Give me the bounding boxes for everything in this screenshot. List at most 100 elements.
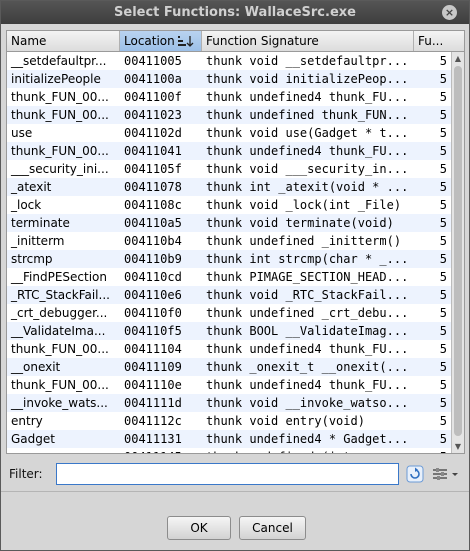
table-row[interactable]: thunk_FUN_00... 0041100f thunk undefined4 … xyxy=(7,88,451,106)
scrollbar-thumb[interactable] xyxy=(454,66,462,436)
table-row[interactable]: thunk_FUN_00... 00411041 thunk undefined4 … xyxy=(7,142,451,160)
location-cell: 004110e6 xyxy=(124,288,182,302)
column-header-name[interactable]: Name xyxy=(7,31,120,51)
window-title: Select Functions: WallaceSrc.exe xyxy=(114,5,356,20)
function-count-cell: 5 xyxy=(439,378,447,392)
function-signature-cell: thunk void __setdefaultpr... xyxy=(206,54,409,68)
function-name-cell: _RTC_StackFail... xyxy=(11,288,110,302)
function-name-cell: thunk_FUN_00... xyxy=(11,108,109,122)
location-cell: 004110f0 xyxy=(124,306,182,320)
function-signature-cell: thunk BOOL __ValidateImag... xyxy=(206,324,409,338)
location-cell: 0041100f xyxy=(124,90,182,104)
ok-button[interactable]: OK xyxy=(167,516,231,540)
table-row[interactable]: thunk_FUN_00... 0041110e thunk undefined4 … xyxy=(7,376,451,394)
sort-ascending-icon xyxy=(177,35,195,47)
function-count-cell: 5 xyxy=(439,162,447,176)
location-cell: 00411104 xyxy=(124,342,182,356)
function-count-cell: 5 xyxy=(439,90,447,104)
location-cell: 0041111d xyxy=(124,396,182,410)
ok-button-label: OK xyxy=(190,521,208,535)
table-row[interactable]: entry 0041112c thunk void entry(void) 5 xyxy=(7,412,451,430)
table-row[interactable]: __setdefaultpr... 00411005 thunk void __se… xyxy=(7,52,451,70)
function-count-cell: 5 xyxy=(439,306,447,320)
function-signature-cell: thunk _onexit_t __onexit(... xyxy=(206,360,409,374)
function-signature-cell: thunk undefined4 thunk_FU... xyxy=(206,144,409,158)
function-name-cell: __ValidateIma... xyxy=(11,324,106,338)
function-signature-cell: thunk undefined (int _... xyxy=(202,448,414,453)
table-row[interactable]: Gadget 00411131 thunk undefined4 * Gadget.… xyxy=(7,430,451,448)
close-icon[interactable]: × xyxy=(442,5,457,20)
location-cell: 0041108c xyxy=(124,198,182,212)
column-header-function-count[interactable]: Fu... xyxy=(414,31,464,51)
function-count-cell: 5 xyxy=(439,396,447,410)
function-signature-cell: thunk void _RTC_StackFail... xyxy=(206,288,409,302)
function-name-cell: __invoke_wats... xyxy=(11,396,108,410)
cancel-button[interactable]: Cancel xyxy=(239,516,306,540)
column-header-label: Name xyxy=(11,34,47,48)
function-count-cell: 5 xyxy=(439,414,447,428)
function-signature-cell: thunk undefined _crt_debu... xyxy=(206,306,409,320)
table-row[interactable]: _RTC_StackFail... 004110e6 thunk void _RTC… xyxy=(7,286,451,304)
function-count-cell: 5 xyxy=(439,108,447,122)
location-cell: 0041105f xyxy=(124,162,182,176)
function-name-cell: entry xyxy=(11,414,43,428)
scroll-down-arrow-icon[interactable]: ▼ xyxy=(452,440,464,453)
column-header-location[interactable]: Location xyxy=(120,31,202,51)
table-row[interactable]: terminate 004110a5 thunk void terminate(vo… xyxy=(7,214,451,232)
function-name-cell: _lock xyxy=(11,198,42,212)
table-row[interactable]: ...00411145thunk undefined (int _...5 xyxy=(7,448,451,453)
function-count-cell: 5 xyxy=(439,216,447,230)
function-count-cell: 5 xyxy=(439,288,447,302)
function-signature-cell: thunk void terminate(void) xyxy=(206,216,394,230)
function-name-cell: thunk_FUN_00... xyxy=(11,342,109,356)
location-cell: 00411041 xyxy=(124,144,182,158)
function-name-cell: terminate xyxy=(11,216,70,230)
table-row[interactable]: _lock 0041108c thunk void _lock(int _File)… xyxy=(7,196,451,214)
function-count-cell: 5 xyxy=(439,72,447,86)
table-row[interactable]: __ValidateIma... 004110f5 thunk BOOL __Val… xyxy=(7,322,451,340)
table-row[interactable]: thunk_FUN_00... 00411104 thunk undefined4 … xyxy=(7,340,451,358)
table-row[interactable]: use 0041102d thunk void use(Gadget * t... 5 xyxy=(7,124,451,142)
table-row[interactable]: _initterm 004110b4 thunk undefined _initte… xyxy=(7,232,451,250)
table-row[interactable]: strcmp 004110b9 thunk int strcmp(char * _.… xyxy=(7,250,451,268)
function-signature-cell: thunk undefined4 thunk_FU... xyxy=(206,90,409,104)
column-header-label: Fu... xyxy=(418,34,444,48)
table-row[interactable]: __FindPESection 004110cd thunk PIMAGE_SECT… xyxy=(7,268,451,286)
function-count-cell: 5 xyxy=(439,432,447,446)
table-row[interactable]: ___security_ini... 0041105f thunk void ___… xyxy=(7,160,451,178)
filter-options-icon[interactable] xyxy=(431,465,461,483)
location-cell: 00411023 xyxy=(124,108,182,122)
column-header-function-signature[interactable]: Function Signature xyxy=(202,31,414,51)
function-signature-cell: thunk undefined _initterm() xyxy=(206,234,402,248)
table-row[interactable]: _atexit 00411078 thunk int _atexit(void * … xyxy=(7,178,451,196)
location-cell: 004110f5 xyxy=(124,324,182,338)
table-body: __setdefaultpr... 00411005 thunk void __se… xyxy=(7,52,451,453)
scroll-up-arrow-icon[interactable]: ▲ xyxy=(452,52,464,65)
filter-refresh-icon[interactable] xyxy=(406,465,424,483)
table-row[interactable]: _crt_debugger... 004110f0 thunk undefined … xyxy=(7,304,451,322)
vertical-scrollbar[interactable]: ▲ ▼ xyxy=(451,52,464,453)
location-cell: 0041100a xyxy=(124,72,182,86)
table-row[interactable]: initializePeople 0041100a thunk void initi… xyxy=(7,70,451,88)
function-name-cell: __FindPESection xyxy=(11,270,107,284)
function-name-cell: _crt_debugger... xyxy=(11,306,108,320)
table-row[interactable]: __invoke_wats... 0041111d thunk void __inv… xyxy=(7,394,451,412)
title-bar[interactable]: Select Functions: WallaceSrc.exe × xyxy=(1,1,469,24)
function-signature-cell: thunk void initializePeop... xyxy=(206,72,409,86)
table-row[interactable]: __onexit 00411109 thunk _onexit_t __onexit… xyxy=(7,358,451,376)
location-cell: 00411109 xyxy=(124,360,182,374)
functions-table: Name Location Function Signature Fu... _… xyxy=(6,30,465,454)
function-count-cell: 5 xyxy=(439,252,447,266)
filter-input[interactable] xyxy=(56,463,399,485)
function-signature-cell: thunk void use(Gadget * t... xyxy=(206,126,409,140)
function-count-cell: 5 xyxy=(439,144,447,158)
function-signature-cell: thunk undefined4 * Gadget... xyxy=(206,432,409,446)
function-name-cell: ___security_ini... xyxy=(11,162,109,176)
function-count-cell: 5 xyxy=(439,360,447,374)
location-cell: 0041112c xyxy=(124,414,182,428)
function-signature-cell: thunk undefined4 thunk_FU... xyxy=(206,378,409,392)
table-row[interactable]: thunk_FUN_00... 00411023 thunk undefined t… xyxy=(7,106,451,124)
column-header-label: Function Signature xyxy=(206,34,319,48)
function-name-cell: strcmp xyxy=(11,252,53,266)
function-name-cell: thunk_FUN_00... xyxy=(11,144,109,158)
